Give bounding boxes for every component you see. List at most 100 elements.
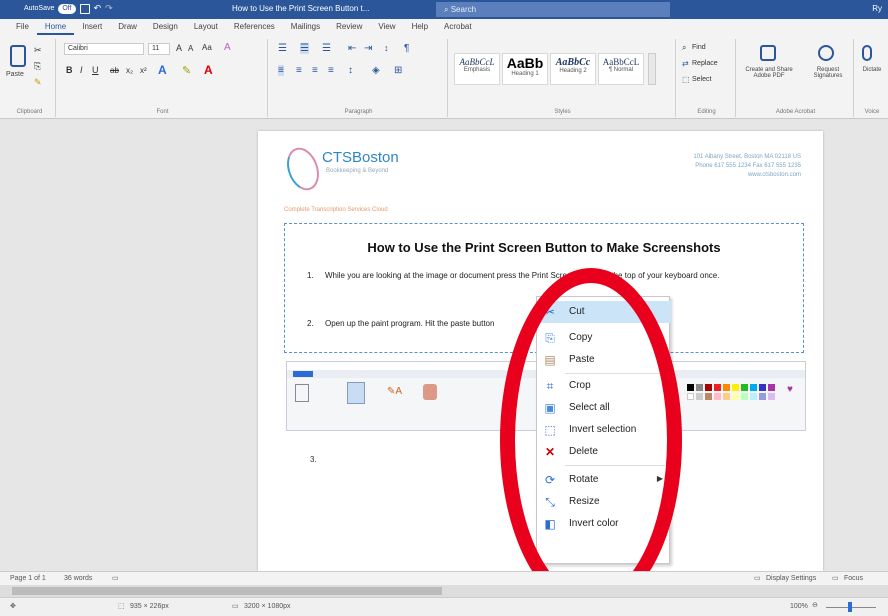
search-box[interactable]: ⌕ Search	[436, 2, 670, 17]
line-spacing-icon[interactable]: ↕	[348, 65, 353, 76]
style-emphasis[interactable]: AaBbCcL Emphasis	[454, 53, 500, 85]
font-name-select[interactable]: Calibri	[64, 43, 144, 55]
change-case-icon[interactable]: Aa	[202, 43, 212, 52]
paragraph-group: ☰ ☰ ☰ ⇤ ⇥ ↕ ¶ ≡ ≡ ≡ ≡ ↕ ◈ ⊞ Paragraph	[270, 39, 448, 117]
display-settings-icon[interactable]: ▭	[754, 574, 761, 582]
word-count[interactable]: 36 words	[64, 575, 92, 582]
search-placeholder: Search	[450, 5, 477, 14]
page-count[interactable]: Page 1 of 1	[10, 575, 46, 582]
italic-icon[interactable]: I	[80, 65, 83, 75]
tab-home[interactable]: Home	[36, 19, 75, 35]
find-icon[interactable]: ⌕	[682, 43, 686, 53]
style-heading-2[interactable]: AaBbCc Heading 2	[550, 53, 596, 85]
tab-insert[interactable]: Insert	[74, 19, 110, 35]
tab-mailings[interactable]: Mailings	[283, 19, 328, 35]
horizontal-scrollbar[interactable]	[0, 585, 888, 597]
color-swatch	[696, 384, 703, 391]
highlight-icon[interactable]: ✎	[182, 64, 191, 77]
font-size-select[interactable]: 11	[148, 43, 170, 55]
request-signatures-icon[interactable]	[818, 45, 834, 61]
adobe-group: Create and Share Adobe PDF Request Signa…	[738, 39, 854, 117]
justify-icon[interactable]: ≡	[328, 65, 334, 76]
select-button[interactable]: Select	[692, 76, 711, 83]
underline-icon[interactable]: U	[92, 65, 99, 75]
color-swatch	[768, 384, 775, 391]
decrease-indent-icon[interactable]: ⇤	[348, 43, 356, 54]
red-highlight-oval	[500, 268, 682, 612]
autosave-toggle[interactable]: Off	[58, 3, 76, 14]
strikethrough-icon[interactable]: ab	[110, 66, 119, 75]
paste-icon[interactable]	[10, 45, 26, 67]
select-icon[interactable]: ⬚	[682, 75, 690, 84]
color-swatch	[750, 393, 757, 400]
tab-review[interactable]: Review	[328, 19, 370, 35]
paint-edit-colors-icon: ♥	[787, 384, 793, 395]
bold-icon[interactable]: B	[66, 65, 73, 75]
font-group: Calibri 11 A A Aa A B I U ab x₂ x² A ✎ A…	[58, 39, 268, 117]
find-button[interactable]: Find	[692, 44, 706, 51]
color-swatch	[714, 384, 721, 391]
company-logo: CTSBoston Bookkeeping & Beyond	[281, 143, 408, 195]
show-marks-icon[interactable]: ¶	[404, 43, 409, 54]
font-color-icon[interactable]: A	[204, 63, 213, 77]
tab-references[interactable]: References	[226, 19, 283, 35]
style-sample: AaBbCcL	[459, 57, 495, 67]
numbering-icon[interactable]: ☰	[300, 43, 309, 54]
style-heading-1[interactable]: AaBb Heading 1	[502, 53, 548, 85]
tab-design[interactable]: Design	[145, 19, 186, 35]
increase-indent-icon[interactable]: ⇥	[364, 43, 372, 54]
tab-view[interactable]: View	[370, 19, 403, 35]
replace-button[interactable]: Replace	[692, 60, 718, 67]
borders-icon[interactable]: ⊞	[394, 65, 402, 76]
superscript-icon[interactable]: x²	[140, 66, 147, 75]
tab-help[interactable]: Help	[404, 19, 436, 35]
tab-acrobat[interactable]: Acrobat	[436, 19, 480, 35]
request-signatures-button[interactable]: Request Signatures	[804, 67, 852, 79]
align-left-icon[interactable]: ≡	[278, 65, 284, 76]
shrink-font-icon[interactable]: A	[188, 44, 193, 53]
cut-icon[interactable]: ✂	[34, 45, 42, 56]
image-size: 3200 × 1080px	[244, 603, 291, 610]
replace-icon[interactable]: ⇄	[682, 59, 689, 68]
style-normal[interactable]: AaBbCcL ¶ Normal	[598, 53, 644, 85]
text-effects-icon[interactable]: A	[158, 63, 167, 77]
paragraph-label: Paragraph	[344, 109, 373, 115]
logo-name: CTSBoston	[322, 149, 399, 166]
zoom-slider-thumb[interactable]	[848, 602, 852, 612]
tab-file[interactable]: File	[8, 19, 37, 35]
styles-scroll[interactable]	[648, 53, 656, 85]
zoom-out-icon[interactable]: ⊖	[812, 601, 818, 609]
focus-mode[interactable]: Focus	[844, 575, 863, 582]
brand-line: Complete Transcription Services Cloud	[284, 207, 388, 213]
display-settings[interactable]: Display Settings	[766, 575, 816, 582]
autosave-label: AutoSave	[24, 5, 55, 12]
selection-size: 935 × 226px	[130, 603, 169, 610]
undo-icon[interactable]: ↶	[94, 3, 102, 14]
save-icon[interactable]	[79, 3, 90, 14]
move-icon: ✥	[10, 603, 16, 610]
bullets-icon[interactable]: ☰	[278, 43, 287, 54]
ribbon-tabs: File Home Insert Draw Design Layout Refe…	[0, 19, 888, 35]
format-painter-icon[interactable]: ✎	[34, 77, 42, 88]
paint-tools-icon: ✎A	[387, 386, 403, 397]
create-pdf-button[interactable]: Create and Share Adobe PDF	[738, 67, 800, 79]
microphone-icon[interactable]	[862, 45, 872, 61]
sort-icon[interactable]: ↕	[384, 43, 389, 53]
dictate-button[interactable]: Dictate	[856, 67, 888, 73]
grow-font-icon[interactable]: A	[176, 43, 182, 53]
shading-icon[interactable]: ◈	[372, 65, 380, 76]
multilevel-icon[interactable]: ☰	[322, 43, 331, 54]
align-right-icon[interactable]: ≡	[312, 65, 318, 76]
create-pdf-icon[interactable]	[760, 45, 776, 61]
clear-format-icon[interactable]: A	[224, 42, 231, 53]
subscript-icon[interactable]: x₂	[126, 66, 133, 75]
scroll-thumb[interactable]	[12, 587, 442, 595]
tab-draw[interactable]: Draw	[110, 19, 145, 35]
align-center-icon[interactable]: ≡	[296, 65, 302, 76]
focus-icon[interactable]: ▭	[832, 574, 839, 582]
copy-icon[interactable]: ⎘	[34, 61, 41, 72]
tab-layout[interactable]: Layout	[186, 19, 226, 35]
redo-icon[interactable]: ↷	[105, 3, 113, 14]
user-initials[interactable]: Ry	[872, 4, 882, 13]
proofing-icon[interactable]: ▭	[112, 574, 119, 582]
